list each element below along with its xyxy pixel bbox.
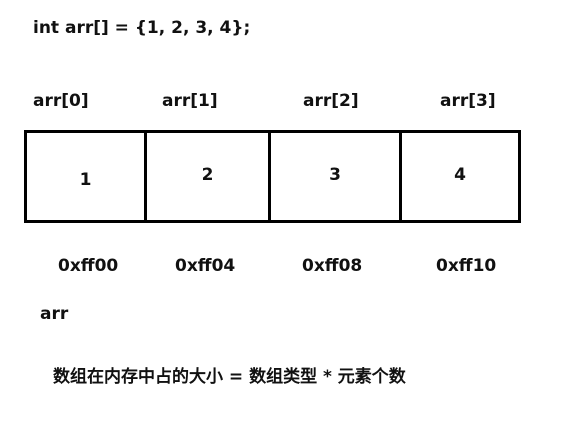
- code-declaration: int arr[] = {1, 2, 3, 4};: [33, 18, 251, 38]
- array-cell-3: 4: [399, 130, 521, 223]
- cell-value-1: 2: [201, 165, 214, 185]
- cell-value-2: 3: [329, 165, 341, 185]
- array-cell-0: 1: [24, 130, 147, 223]
- index-label-3: arr[3]: [440, 91, 496, 111]
- index-label-0: arr[0]: [33, 91, 89, 111]
- size-formula: 数组在内存中占的大小 = 数组类型 * 元素个数: [53, 367, 406, 387]
- cell-value-0: 1: [79, 170, 92, 190]
- cell-value-3: 4: [454, 165, 466, 185]
- array-memory-block: 1 2 3 4: [24, 130, 521, 223]
- address-label-3: 0xff10: [436, 256, 497, 276]
- address-label-1: 0xff04: [175, 256, 236, 276]
- index-label-1: arr[1]: [162, 91, 218, 111]
- address-label-0: 0xff00: [58, 256, 119, 276]
- array-name-label: arr: [40, 304, 69, 324]
- array-cell-1: 2: [144, 130, 271, 223]
- array-cell-2: 3: [268, 130, 402, 223]
- address-label-2: 0xff08: [302, 256, 363, 276]
- index-label-2: arr[2]: [303, 91, 359, 111]
